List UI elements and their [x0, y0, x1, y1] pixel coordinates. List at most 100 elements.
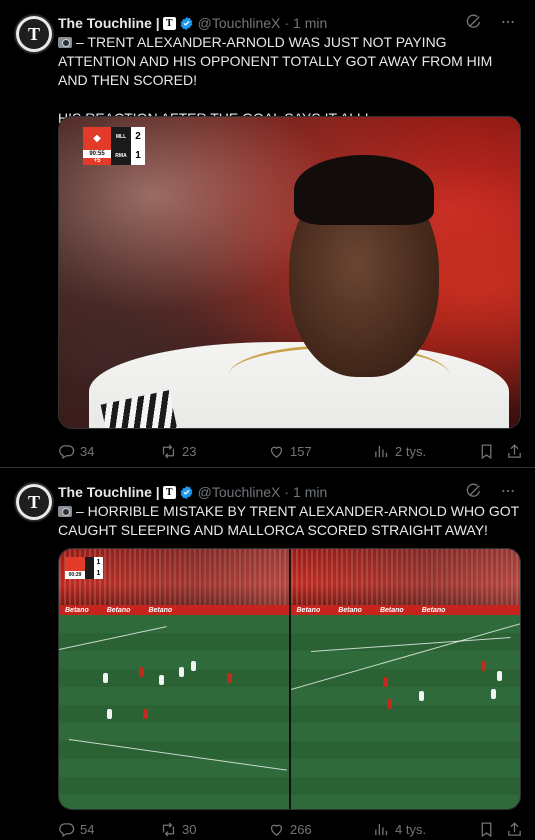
reply-count: 54 — [80, 821, 95, 837]
tweet-image-right[interactable]: Betano Betano Betano Betano — [290, 549, 520, 809]
repost-icon — [162, 444, 175, 458]
author-name[interactable]: The Touchline | — [58, 15, 160, 31]
timestamp[interactable]: 1 min — [293, 15, 327, 31]
reply-icon — [59, 822, 75, 837]
player-marker — [179, 667, 184, 677]
scoreboard-overlay: ◆ 90:55 +5 MLL RMA 2 1 — [83, 127, 145, 165]
reply-icon — [59, 444, 75, 459]
player-marker — [191, 661, 196, 671]
like-button[interactable]: 266 — [268, 821, 312, 838]
reply-button[interactable]: 34 — [58, 443, 94, 460]
tweet-2[interactable]: T The Touchline | T @TouchlineX · 1 min … — [0, 469, 535, 840]
reply-count: 34 — [80, 443, 95, 459]
away-team: RMA — [115, 152, 127, 159]
league-logo-icon — [65, 557, 85, 571]
brand-badge: T — [162, 485, 176, 499]
tweet-1[interactable]: T The Touchline | T @TouchlineX · 1 min … — [0, 0, 535, 468]
match-clock: 90:55 — [83, 150, 111, 158]
player-marker — [418, 691, 424, 701]
camera-emoji-icon — [58, 37, 72, 48]
ad-board-text: Betano — [421, 606, 446, 614]
player-marker — [103, 673, 108, 683]
player-marker — [143, 709, 148, 719]
away-score: 1 — [96, 570, 101, 577]
repost-icon — [162, 822, 175, 836]
tweet-header: The Touchline | T @TouchlineX · 1 min — [58, 13, 523, 33]
tweet-header: The Touchline | T @TouchlineX · 1 min — [58, 482, 523, 502]
like-count: 266 — [290, 821, 312, 837]
views-button[interactable]: 2 tys. — [373, 443, 426, 460]
tweet-text-line-1: – TRENT ALEXANDER-ARNOLD WAS JUST NOT PA… — [58, 34, 493, 88]
author-name[interactable]: The Touchline | — [58, 484, 160, 500]
home-score: 2 — [135, 131, 141, 142]
tweet-image-left[interactable]: Betano Betano Betano 00:29 1 1 — [59, 549, 289, 809]
repost-count: 30 — [182, 821, 197, 837]
separator-dot: · — [284, 484, 290, 500]
ad-board-text: Betano — [106, 606, 131, 614]
author-handle[interactable]: @TouchlineX — [198, 15, 281, 31]
verified-badge-icon — [180, 485, 193, 499]
ad-board-text: Betano — [379, 606, 404, 614]
player-marker — [227, 673, 232, 683]
more-options-icon[interactable] — [499, 482, 517, 500]
avatar[interactable]: T — [14, 14, 54, 54]
share-button[interactable] — [506, 821, 523, 838]
match-clock: 00:29 — [65, 571, 85, 579]
header-actions — [465, 482, 517, 500]
player-marker — [386, 699, 392, 709]
header-actions — [465, 13, 517, 31]
ad-board-text: Betano — [65, 606, 89, 614]
scoreboard-overlay: 00:29 1 1 — [65, 557, 103, 579]
home-team: MLL — [115, 133, 127, 140]
ad-boards: Betano Betano Betano Betano — [290, 605, 520, 615]
team-crests — [85, 557, 94, 579]
view-count: 4 tys. — [395, 821, 427, 837]
share-icon — [508, 821, 521, 836]
tweet-text: – HORRIBLE MISTAKE BY TRENT ALEXANDER-AR… — [58, 502, 523, 540]
heart-icon — [270, 824, 283, 836]
views-chart-icon — [375, 823, 388, 835]
player-marker — [496, 671, 502, 681]
heart-icon — [270, 446, 283, 458]
views-button[interactable]: 4 tys. — [373, 821, 426, 838]
avatar-letter: T — [19, 19, 49, 49]
ad-board-text: Betano — [338, 606, 362, 614]
player-marker — [107, 709, 112, 719]
view-count: 2 tys. — [395, 443, 427, 459]
added-time: +5 — [83, 158, 111, 165]
timestamp[interactable]: 1 min — [293, 484, 327, 500]
brand-badge: T — [162, 16, 176, 30]
tweet-actions: 54 30 266 4 tys. — [58, 819, 523, 839]
player-hair — [294, 155, 434, 225]
author-handle[interactable]: @TouchlineX — [198, 484, 281, 500]
tweet-images: Betano Betano Betano 00:29 1 1 Betano Be… — [58, 548, 521, 810]
tweet-video[interactable]: ◆ 90:55 +5 MLL RMA 2 1 — [58, 116, 521, 429]
avatar-letter: T — [19, 487, 49, 517]
player-marker — [159, 675, 164, 685]
avatar[interactable]: T — [14, 482, 54, 522]
more-options-icon[interactable] — [499, 13, 517, 31]
camera-emoji-icon — [58, 506, 72, 517]
ad-board-text: Betano — [296, 606, 321, 614]
bookmark-button[interactable] — [478, 821, 495, 838]
repost-button[interactable]: 23 — [160, 443, 196, 460]
stand-shade — [290, 549, 520, 607]
ad-board-text: Betano — [148, 606, 173, 614]
away-score: 1 — [135, 150, 141, 161]
pitch — [59, 615, 289, 809]
repost-count: 23 — [182, 443, 197, 459]
player-marker — [382, 677, 388, 687]
like-count: 157 — [290, 443, 312, 459]
player-marker — [480, 661, 486, 671]
repost-button[interactable]: 30 — [160, 821, 196, 838]
separator-dot: · — [284, 15, 290, 31]
tweet-text-line-1: – HORRIBLE MISTAKE BY TRENT ALEXANDER-AR… — [58, 503, 519, 538]
bookmark-button[interactable] — [478, 443, 495, 460]
grok-icon[interactable] — [465, 13, 483, 31]
views-chart-icon — [375, 445, 388, 457]
reply-button[interactable]: 54 — [58, 821, 94, 838]
share-button[interactable] — [506, 443, 523, 460]
like-button[interactable]: 157 — [268, 443, 312, 460]
grok-icon[interactable] — [465, 482, 483, 500]
bookmark-icon — [481, 821, 492, 837]
